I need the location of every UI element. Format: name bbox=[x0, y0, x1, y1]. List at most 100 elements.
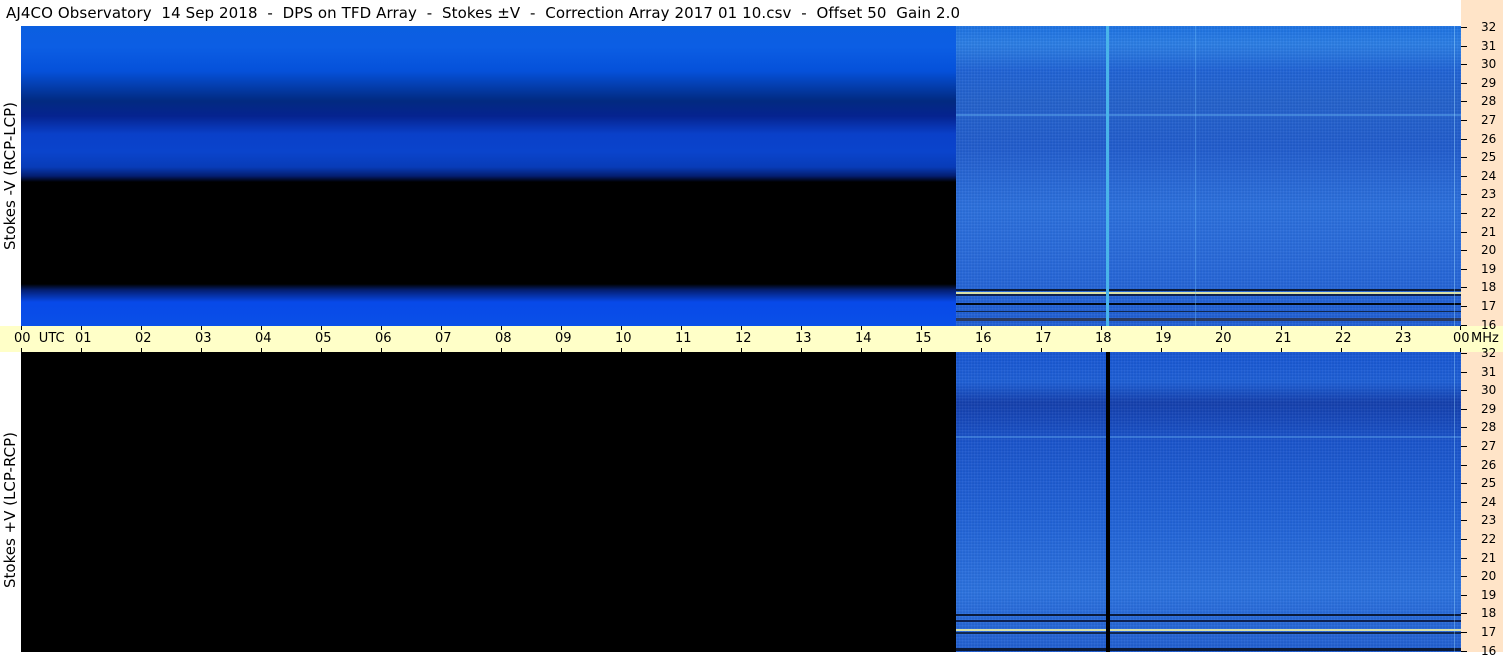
freq-tick-mark bbox=[1461, 82, 1467, 84]
time-axis: 00 UTC 01 02 03 04 05 06 07 08 09 10 11 … bbox=[0, 326, 1503, 352]
freq-tick-mark bbox=[1461, 594, 1467, 596]
freq-tick-label: 32 bbox=[1481, 20, 1497, 34]
freq-tick-label: 28 bbox=[1481, 94, 1497, 109]
freq-tick-label: 23 bbox=[1481, 187, 1497, 202]
freq-tick-label: 23 bbox=[1481, 513, 1497, 528]
time-tick-label: 06 bbox=[375, 331, 392, 346]
freq-tick-mark bbox=[1461, 632, 1467, 633]
time-tick-label: 22 bbox=[1335, 331, 1352, 346]
window-title: AJ4CO Observatory 14 Sep 2018 - DPS on T… bbox=[6, 4, 961, 22]
freq-tick-mark bbox=[1461, 101, 1467, 103]
freq-tick-label: 27 bbox=[1481, 113, 1497, 127]
time-tick-label: 23 bbox=[1395, 331, 1412, 346]
time-tick-label: 12 bbox=[735, 331, 752, 346]
freq-tick-label: 21 bbox=[1481, 550, 1497, 565]
freq-tick-label: 20 bbox=[1481, 243, 1497, 258]
freq-tick-mark bbox=[1461, 650, 1467, 652]
time-tick-label: 05 bbox=[315, 331, 332, 346]
time-tick-label: 04 bbox=[255, 331, 272, 346]
freq-tick-label: 21 bbox=[1481, 224, 1497, 239]
freq-tick-mark bbox=[1461, 324, 1467, 326]
freq-tick-mark bbox=[1461, 557, 1467, 559]
time-tick-label: 14 bbox=[855, 331, 872, 346]
freq-tick-mark bbox=[1461, 427, 1467, 429]
freq-tick-mark bbox=[1461, 539, 1467, 540]
freq-tick-label: 28 bbox=[1481, 420, 1497, 435]
freq-tick-label: 31 bbox=[1481, 38, 1497, 53]
freq-tick-mark bbox=[1461, 287, 1467, 289]
freq-tick-label: 25 bbox=[1481, 476, 1497, 491]
freq-tick-mark bbox=[1461, 138, 1467, 140]
freq-tick-mark bbox=[1461, 576, 1467, 578]
freq-tick-label: 29 bbox=[1481, 75, 1497, 90]
freq-tick-mark bbox=[1461, 268, 1467, 270]
freq-tick-mark bbox=[1461, 613, 1467, 615]
freq-tick-mark bbox=[1461, 390, 1467, 392]
freq-tick-mark bbox=[1461, 408, 1467, 410]
time-tick-label: 00 bbox=[1453, 331, 1470, 346]
time-tick-label: 17 bbox=[1035, 331, 1052, 346]
freq-tick-mark bbox=[1461, 27, 1467, 28]
freq-tick-label: 19 bbox=[1481, 587, 1497, 602]
time-tick-label: 07 bbox=[435, 331, 452, 346]
title-bar: AJ4CO Observatory 14 Sep 2018 - DPS on T… bbox=[0, 0, 1503, 26]
freq-tick-label: 17 bbox=[1481, 625, 1497, 639]
bottom-live-spectrogram bbox=[956, 352, 1461, 652]
time-tick-label: 20 bbox=[1215, 331, 1232, 346]
freq-tick-label: 24 bbox=[1481, 168, 1497, 183]
freq-tick-label: 24 bbox=[1481, 494, 1497, 509]
freq-tick-label: 16 bbox=[1481, 643, 1497, 658]
freq-tick-mark bbox=[1461, 520, 1467, 522]
top-panel-label: Stokes -V (RCP-LCP) bbox=[1, 102, 19, 250]
freq-tick-label: 22 bbox=[1481, 206, 1497, 220]
freq-tick-label: 30 bbox=[1481, 57, 1497, 72]
time-tick-label: 01 bbox=[75, 331, 92, 346]
freq-tick-mark bbox=[1461, 446, 1467, 447]
freq-tick-mark bbox=[1461, 371, 1467, 373]
freq-tick-label: 29 bbox=[1481, 401, 1497, 416]
freq-tick-label: 30 bbox=[1481, 383, 1497, 398]
time-tick-label: 08 bbox=[495, 331, 512, 346]
time-tick-label: 18 bbox=[1095, 331, 1112, 346]
freq-tick-label: 26 bbox=[1481, 131, 1497, 146]
bottom-spectrogram bbox=[21, 352, 1461, 652]
freq-tick-mark bbox=[1461, 353, 1467, 354]
time-tick-label: 00 UTC bbox=[14, 331, 65, 346]
time-tick-label: 10 bbox=[615, 331, 632, 346]
time-tick-label: 02 bbox=[135, 331, 152, 346]
freq-tick-label: 16 bbox=[1481, 317, 1497, 332]
freq-tick-mark bbox=[1461, 194, 1467, 196]
time-tick-label: 11 bbox=[675, 331, 692, 346]
freq-tick-mark bbox=[1461, 175, 1467, 177]
freq-tick-label: 20 bbox=[1481, 569, 1497, 584]
freq-tick-mark bbox=[1461, 250, 1467, 252]
freq-tick-mark bbox=[1461, 157, 1467, 159]
freq-tick-mark bbox=[1461, 45, 1467, 47]
freq-tick-mark bbox=[1461, 501, 1467, 503]
freq-tick-label: 32 bbox=[1481, 346, 1497, 360]
freq-tick-mark bbox=[1461, 306, 1467, 307]
top-spectrogram bbox=[21, 26, 1461, 326]
freq-tick-label: 26 bbox=[1481, 457, 1497, 472]
freq-tick-label: 22 bbox=[1481, 532, 1497, 546]
freq-tick-mark bbox=[1461, 483, 1467, 485]
freq-tick-label: 18 bbox=[1481, 280, 1497, 295]
bottom-frequency-axis: 32 31 30 29 28 27 26 25 24 23 22 21 20 19 18 17 16 bbox=[1461, 346, 1503, 658]
time-tick-label: 16 bbox=[975, 331, 992, 346]
freq-tick-mark bbox=[1461, 213, 1467, 214]
freq-tick-mark bbox=[1461, 64, 1467, 66]
freq-tick-mark bbox=[1461, 231, 1467, 233]
freq-tick-label: 18 bbox=[1481, 606, 1497, 621]
freq-tick-mark bbox=[1461, 120, 1467, 121]
time-tick-label: 13 bbox=[795, 331, 812, 346]
freq-tick-label: 25 bbox=[1481, 150, 1497, 165]
time-tick-label: 15 bbox=[915, 331, 932, 346]
top-live-spectrogram bbox=[956, 26, 1461, 326]
freq-tick-label: 17 bbox=[1481, 299, 1497, 313]
time-tick-label: 21 bbox=[1275, 331, 1292, 346]
top-frequency-axis: 32 31 30 29 28 27 26 25 24 23 22 21 20 19 18 17 16 bbox=[1461, 20, 1503, 332]
freq-tick-label: 19 bbox=[1481, 261, 1497, 276]
freq-tick-label: 27 bbox=[1481, 439, 1497, 453]
time-tick-label: 09 bbox=[555, 331, 572, 346]
freq-unit-label: MHz bbox=[1471, 331, 1499, 346]
